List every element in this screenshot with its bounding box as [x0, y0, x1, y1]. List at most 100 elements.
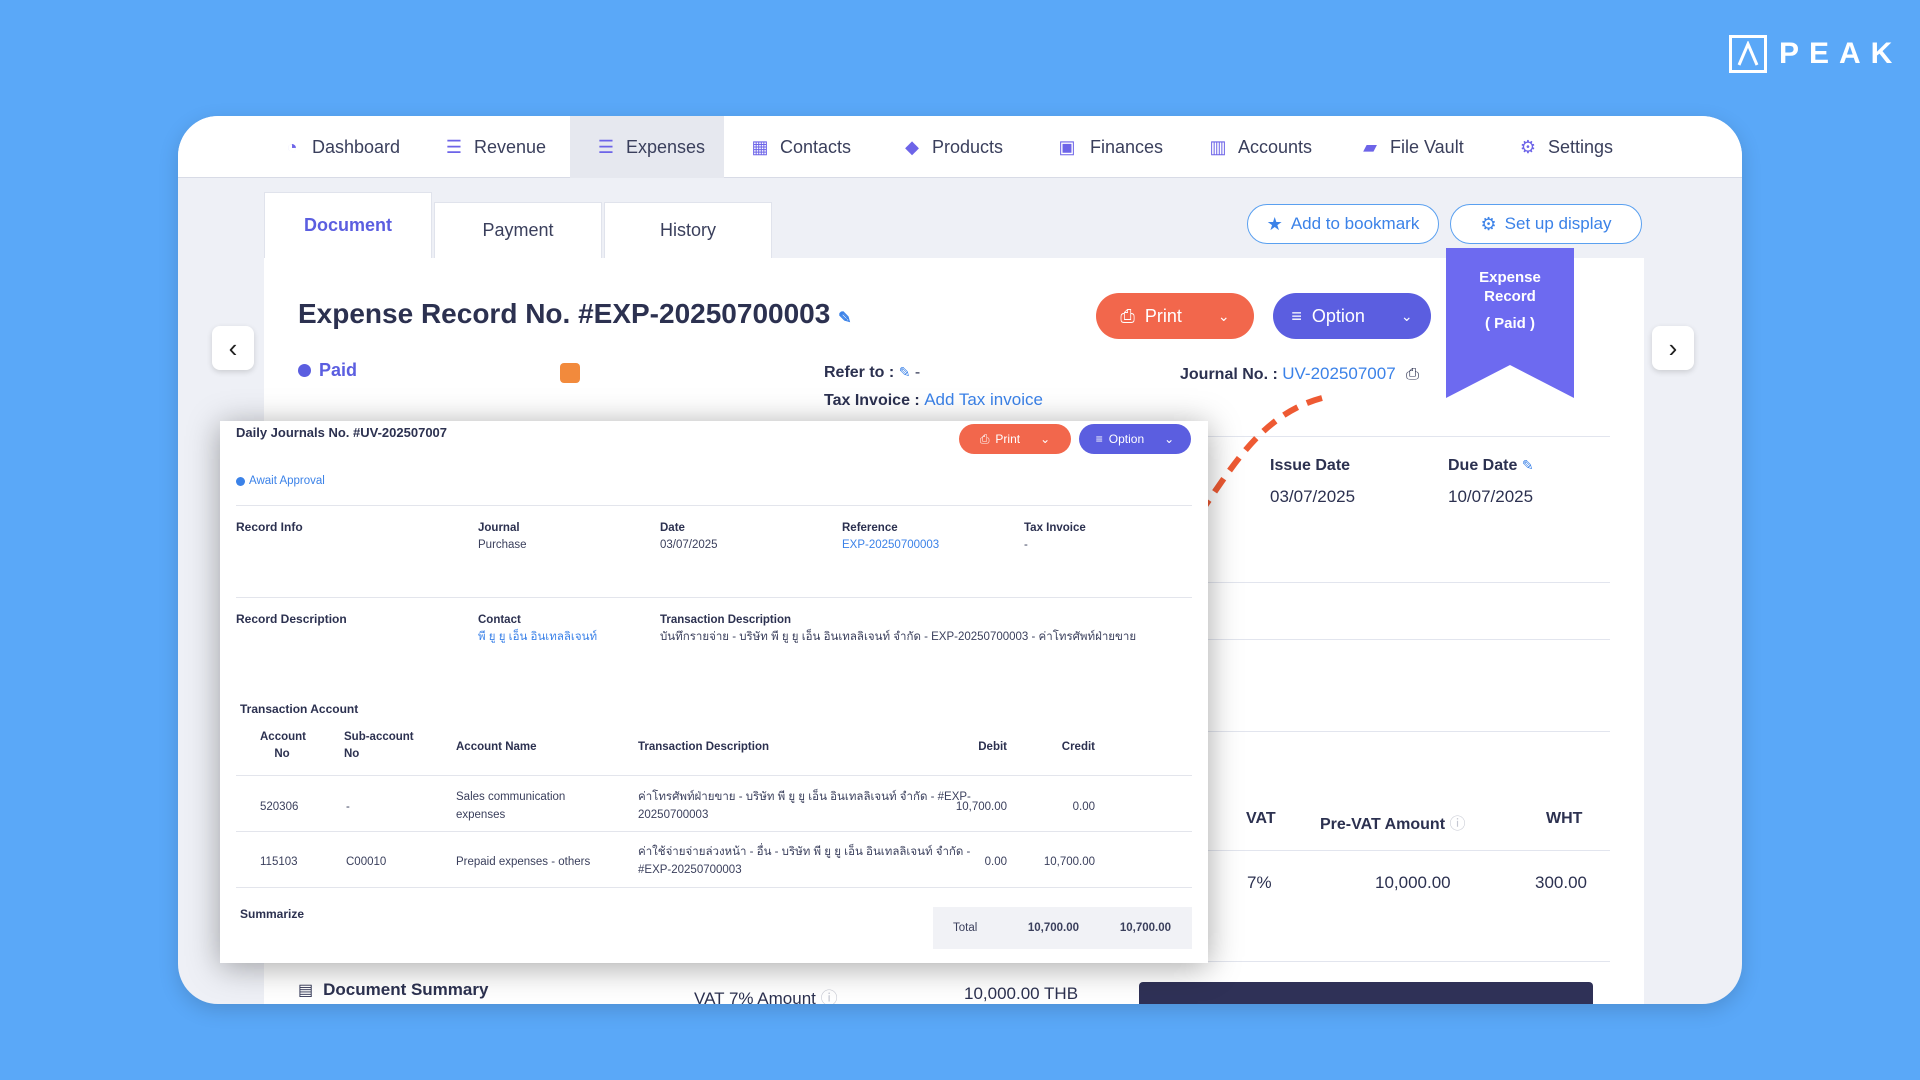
- journal-label: Journal: [478, 522, 520, 534]
- nav-expenses[interactable]: ☰ Expenses: [570, 116, 724, 178]
- col-text: No: [274, 748, 290, 760]
- cell-account-name: Sales communication expenses: [456, 788, 565, 824]
- next-arrow-button[interactable]: ›: [1652, 326, 1694, 370]
- chevron-left-icon: ‹: [228, 332, 238, 363]
- total-credit: 10,700.00: [1119, 922, 1171, 934]
- top-nav: ◔ Dashboard ☰ Revenue ☰ Expenses ▦ Conta…: [178, 116, 1742, 178]
- refer-label: Refer to :: [824, 364, 895, 381]
- prevat-cell: 10,000.00: [1375, 873, 1451, 892]
- printer-icon: ⎙: [979, 431, 990, 446]
- cell-line: Prepaid expenses - others: [456, 856, 591, 868]
- cell-account-no: 115103: [260, 856, 298, 868]
- accounts-icon: ▥: [1209, 136, 1227, 157]
- info-icon[interactable]: ⓘ: [1449, 816, 1465, 833]
- wht-header: WHT: [1546, 810, 1583, 827]
- refer-value: -: [914, 364, 921, 381]
- nav-products[interactable]: ◆ Products: [902, 116, 1003, 178]
- nav-contacts[interactable]: ▦ Contacts: [750, 116, 851, 178]
- edit-pencil-icon[interactable]: ✎: [1522, 457, 1534, 473]
- nav-settings[interactable]: ⚙ Settings: [1518, 116, 1613, 178]
- edit-pencil-icon[interactable]: ✎: [838, 310, 851, 327]
- tab-payment[interactable]: Payment: [434, 202, 602, 258]
- vat-header: VAT: [1246, 810, 1276, 827]
- cell-credit: 0.00: [1072, 801, 1095, 813]
- nav-label: Expenses: [626, 136, 706, 157]
- document-summary-heading: ▤ Document Summary: [298, 980, 488, 1000]
- finances-icon: ▣: [1058, 136, 1076, 157]
- tax-invoice-value: -: [1024, 539, 1028, 551]
- cell-sub-account: C00010: [346, 856, 387, 868]
- cell-debit: 0.00: [984, 856, 1007, 868]
- print-button[interactable]: ⎙ Print ⌄: [1096, 293, 1254, 339]
- col-text: Sub-account: [344, 731, 414, 743]
- nav-dashboard[interactable]: ◔ Dashboard: [282, 116, 401, 178]
- transaction-description-value: บันทึกรายจ่าย - บริษัท พี ยู ยู เอ็น อิน…: [660, 631, 1137, 643]
- chevron-right-icon: ›: [1668, 332, 1678, 363]
- cell-line: 20250700003: [638, 809, 709, 821]
- tab-history[interactable]: History: [604, 202, 772, 258]
- total-row: Total 10,700.00 10,700.00: [933, 907, 1192, 949]
- journal-overlay-panel: Daily Journals No. #UV-202507007 ⎙ Print…: [220, 421, 1208, 963]
- divider: [1208, 850, 1610, 851]
- date-value: 03/07/2025: [660, 539, 718, 551]
- tax-invoice-label: Tax Invoice: [1024, 522, 1086, 534]
- summary-total-bar: [1139, 982, 1593, 1004]
- cell-account-name: Prepaid expenses - others: [456, 853, 590, 871]
- journal-field: Journal No. : UV-202507007 ⎙: [1180, 364, 1419, 384]
- status-dot: [298, 364, 311, 377]
- divider: [236, 831, 1192, 832]
- nav-finances[interactable]: ▣ Finances: [1054, 116, 1163, 178]
- edit-pencil-icon[interactable]: ✎: [899, 364, 911, 380]
- cell-line: ค่าใช้จ่ายจ่ายล่วงหน้า - อื่น - บริษัท พ…: [638, 846, 971, 858]
- setup-display-button[interactable]: ⚙ Set up display: [1450, 204, 1642, 244]
- star-icon: ★: [1266, 213, 1283, 234]
- journal-value: Purchase: [478, 539, 527, 551]
- nav-revenue[interactable]: ☰ Revenue: [444, 116, 546, 178]
- prevat-header-wrap: Pre-VAT Amount ⓘ: [1320, 810, 1466, 834]
- add-bookmark-button[interactable]: ★ Add to bookmark: [1247, 204, 1439, 244]
- title-text: Expense Record No. #EXP-20250700003: [298, 298, 831, 329]
- add-tax-invoice-link[interactable]: Add Tax invoice: [924, 390, 1043, 409]
- contact-link[interactable]: พี ยู ยู เอ็น อินเทลลิเจนท์: [478, 628, 597, 646]
- divider: [1208, 961, 1610, 962]
- cell-line: Sales communication: [456, 791, 566, 803]
- chevron-down-icon: ⌄: [1217, 307, 1230, 324]
- reference-link[interactable]: EXP-20250700003: [842, 536, 939, 554]
- menu-icon: ≡: [1291, 305, 1302, 326]
- col-transaction-description: Transaction Description: [638, 741, 770, 753]
- divider: [1208, 639, 1610, 640]
- transaction-description-label: Transaction Description: [660, 614, 792, 626]
- transaction-account-heading: Transaction Account: [240, 702, 359, 716]
- nav-label: Products: [932, 136, 1004, 157]
- tab-document[interactable]: Document: [264, 192, 432, 258]
- journal-title: Daily Journals No. #UV-202507007: [236, 425, 448, 440]
- summary-vat-value: 10,000.00 THB: [964, 984, 1079, 1003]
- journal-status-text: Await Approval: [249, 475, 325, 487]
- refer-field: Refer to : ✎ -: [824, 364, 920, 382]
- nav-label: Revenue: [474, 136, 547, 157]
- reference-label: Reference: [842, 522, 898, 534]
- info-icon[interactable]: ⓘ: [821, 989, 838, 1004]
- locked-file-icon: [560, 363, 580, 383]
- col-debit: Debit: [978, 741, 1007, 753]
- cell-credit: 10,700.00: [1043, 856, 1095, 868]
- dashboard-icon: ◔: [286, 136, 298, 157]
- journal-label: Journal No. :: [1180, 366, 1278, 383]
- contact-label: Contact: [478, 614, 521, 626]
- divider: [236, 887, 1192, 888]
- nav-accounts[interactable]: ▥ Accounts: [1208, 116, 1312, 178]
- prev-arrow-button[interactable]: ‹: [212, 326, 254, 370]
- printer-icon[interactable]: ⎙: [1406, 366, 1419, 383]
- due-date-value: 10/07/2025: [1448, 487, 1534, 506]
- journal-link[interactable]: UV-202507007: [1282, 364, 1395, 383]
- col-account-no: Account No: [260, 731, 306, 760]
- record-info-heading: Record Info: [236, 520, 303, 534]
- journal-print-button[interactable]: ⎙ Print ⌄: [959, 424, 1071, 454]
- due-date-label-wrap: Due Date ✎: [1448, 457, 1534, 475]
- option-button[interactable]: ≡ Option ⌄: [1273, 293, 1431, 339]
- nav-label: Contacts: [780, 136, 852, 157]
- nav-label: Settings: [1548, 136, 1614, 157]
- nav-file-vault[interactable]: ▰ File Vault: [1360, 116, 1464, 178]
- products-icon: ◆: [905, 136, 919, 157]
- journal-option-button[interactable]: ≡ Option ⌄: [1079, 424, 1191, 454]
